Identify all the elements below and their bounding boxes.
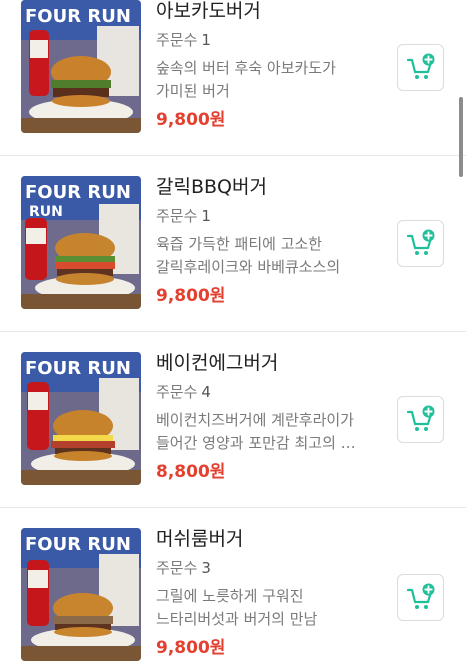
menu-list: FOUR RUN 아보카도버거 주문수 1 숲속의 버터 후숙 아보카도가 가미된… bbox=[0, 0, 466, 666]
order-count-value: 1 bbox=[201, 207, 211, 225]
order-count-label: 주문수 bbox=[156, 383, 198, 401]
add-to-cart-button[interactable] bbox=[397, 220, 444, 267]
menu-item-description: 숲속의 버터 후숙 아보카도가 가미된 버거 bbox=[156, 59, 336, 100]
svg-text:FOUR RUN: FOUR RUN bbox=[25, 182, 131, 203]
menu-item-price: 8,800원 bbox=[156, 462, 226, 482]
menu-item-description: 그릴에 노릇하게 구워진 느타리버섯과 버거의 만남 bbox=[156, 587, 318, 628]
burger-photo: FOUR RUN bbox=[21, 0, 141, 133]
svg-text:FOUR RUN: FOUR RUN bbox=[25, 534, 131, 555]
cart-add-icon bbox=[406, 229, 434, 255]
menu-item-description: 육즙 가득한 패티에 고소한 갈릭후레이크와 바베큐소스의 조화… bbox=[156, 235, 341, 276]
order-count-label: 주문수 bbox=[156, 559, 198, 577]
menu-item[interactable]: FOUR RUN 아보카도버거 주문수 1 숲속의 버터 후숙 아보카도가 가미된… bbox=[0, 0, 466, 156]
add-to-cart-button[interactable] bbox=[397, 396, 444, 443]
menu-item-name: 머쉬룸버거 bbox=[156, 528, 244, 550]
menu-item-name: 아보카도버거 bbox=[156, 0, 261, 22]
cart-add-icon bbox=[406, 53, 434, 79]
menu-item-name: 베이컨에그버거 bbox=[156, 352, 279, 374]
scrollbar[interactable] bbox=[459, 97, 463, 177]
menu-item-price: 9,800원 bbox=[156, 638, 226, 658]
order-count-value: 1 bbox=[201, 31, 211, 49]
order-count-label: 주문수 bbox=[156, 31, 198, 49]
order-count: 주문수 1 bbox=[156, 30, 381, 50]
order-count-value: 3 bbox=[201, 559, 211, 577]
svg-text:FOUR RUN: FOUR RUN bbox=[25, 358, 131, 379]
svg-text:RUN: RUN bbox=[29, 204, 63, 220]
menu-item-price: 9,800원 bbox=[156, 110, 226, 130]
svg-text:FOUR RUN: FOUR RUN bbox=[25, 6, 131, 27]
burger-photo: FOUR RUN bbox=[21, 352, 141, 485]
order-count-label: 주문수 bbox=[156, 207, 198, 225]
order-count: 주문수 4 bbox=[156, 382, 381, 402]
menu-item-price: 9,800원 bbox=[156, 286, 226, 306]
cart-add-icon bbox=[406, 405, 434, 431]
menu-item-name: 갈릭BBQ버거 bbox=[156, 176, 267, 198]
order-count: 주문수 3 bbox=[156, 558, 381, 578]
add-to-cart-button[interactable] bbox=[397, 44, 444, 91]
cart-add-icon bbox=[406, 583, 434, 609]
menu-item[interactable]: FOUR RUN 베이컨에그버거 주문수 4 베이컨치즈버거에 계란후라이가 들어… bbox=[0, 332, 466, 508]
menu-item[interactable]: FOUR RUN 머쉬룸버거 주문수 3 그릴에 노릇하게 구워진 느타리버섯과 … bbox=[0, 508, 466, 666]
burger-photo: FOUR RUN RUN bbox=[21, 176, 141, 309]
burger-photo: FOUR RUN bbox=[21, 528, 141, 661]
menu-item[interactable]: FOUR RUN RUN 갈릭BBQ버거 주문수 1 육즙 가득한 패티에 고소한… bbox=[0, 156, 466, 332]
add-to-cart-button[interactable] bbox=[397, 574, 444, 621]
order-count: 주문수 1 bbox=[156, 206, 381, 226]
order-count-value: 4 bbox=[201, 383, 211, 401]
menu-item-description: 베이컨치즈버거에 계란후라이가 들어간 영양과 포만감 최고의 … bbox=[156, 411, 356, 452]
